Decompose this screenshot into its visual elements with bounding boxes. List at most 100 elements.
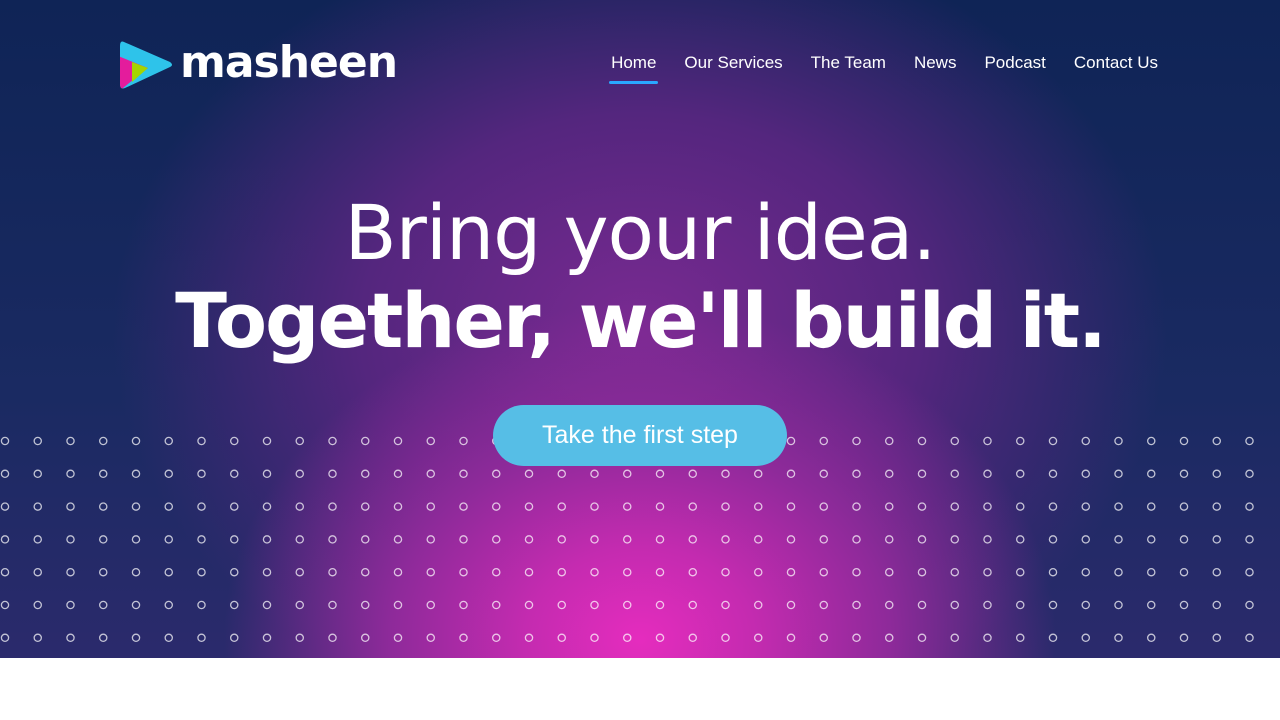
pattern-dot bbox=[917, 535, 927, 544]
pattern-dot bbox=[655, 567, 665, 577]
pattern-dot bbox=[1114, 502, 1123, 511]
pattern-dot bbox=[164, 567, 173, 577]
pattern-dot bbox=[754, 535, 763, 544]
pattern-dot bbox=[1016, 633, 1025, 643]
pattern-dot bbox=[655, 600, 665, 610]
content-area bbox=[0, 658, 1280, 720]
pattern-dot bbox=[590, 535, 599, 544]
pattern-dot bbox=[623, 502, 632, 511]
pattern-dot bbox=[754, 502, 763, 511]
pattern-dot bbox=[1212, 502, 1222, 511]
pattern-dot bbox=[623, 535, 632, 544]
pattern-dot bbox=[426, 436, 435, 446]
pattern-dot bbox=[66, 502, 75, 511]
pattern-dot bbox=[786, 535, 796, 544]
pattern-dot bbox=[1081, 567, 1091, 577]
pattern-dot bbox=[917, 436, 927, 446]
pattern-dot bbox=[164, 633, 173, 643]
pattern-dot bbox=[983, 436, 992, 446]
pattern-dot bbox=[1179, 600, 1189, 610]
pattern-dot bbox=[99, 535, 108, 544]
pattern-dot bbox=[459, 633, 468, 643]
pattern-dot bbox=[164, 600, 173, 610]
pattern-dot bbox=[1179, 469, 1189, 479]
pattern-dot bbox=[491, 567, 501, 577]
pattern-dot bbox=[754, 600, 763, 610]
brand-logo-link[interactable]: masheen bbox=[118, 37, 398, 92]
pattern-dot bbox=[917, 600, 927, 610]
pattern-dot bbox=[917, 502, 927, 511]
pattern-dot bbox=[983, 600, 992, 610]
pattern-dot bbox=[295, 436, 304, 446]
pattern-dot bbox=[328, 600, 337, 610]
pattern-dot bbox=[819, 600, 829, 610]
pattern-dot bbox=[1245, 600, 1254, 610]
pattern-dot bbox=[1245, 535, 1254, 544]
pattern-dot bbox=[295, 567, 304, 577]
pattern-dot bbox=[557, 535, 567, 544]
nav-item-the-team[interactable]: The Team bbox=[811, 53, 886, 82]
pattern-dot bbox=[328, 567, 337, 577]
pattern-dot bbox=[1245, 567, 1254, 577]
pattern-dot bbox=[721, 567, 730, 577]
pattern-dot bbox=[328, 535, 337, 544]
pattern-dot bbox=[721, 633, 730, 643]
pattern-dot bbox=[885, 436, 894, 446]
pattern-dot bbox=[1179, 502, 1189, 511]
pattern-dot bbox=[197, 502, 206, 511]
pattern-dot bbox=[229, 567, 239, 577]
pattern-dot bbox=[1212, 600, 1222, 610]
pattern-dot bbox=[491, 502, 501, 511]
pattern-dot bbox=[557, 567, 567, 577]
hero-section: masheen Home Our Services The Team News … bbox=[0, 0, 1280, 658]
pattern-dot bbox=[229, 600, 239, 610]
pattern-dot bbox=[1016, 567, 1025, 577]
pattern-dot bbox=[688, 469, 698, 479]
pattern-dot bbox=[819, 469, 829, 479]
pattern-dot bbox=[852, 567, 861, 577]
pattern-dot bbox=[721, 469, 730, 479]
pattern-dot bbox=[1048, 633, 1058, 643]
pattern-dot bbox=[459, 567, 468, 577]
pattern-dot bbox=[1114, 535, 1123, 544]
pattern-dot bbox=[328, 633, 337, 643]
pattern-dot bbox=[1081, 436, 1091, 446]
pattern-dot bbox=[1147, 600, 1156, 610]
pattern-dot bbox=[393, 567, 403, 577]
hero-headline-line2: Together, we'll build it. bbox=[175, 276, 1107, 365]
pattern-dot bbox=[393, 535, 403, 544]
nav-item-podcast[interactable]: Podcast bbox=[984, 53, 1045, 82]
nav-item-news[interactable]: News bbox=[914, 53, 957, 82]
pattern-dot bbox=[1114, 633, 1123, 643]
pattern-dot bbox=[426, 600, 435, 610]
pattern-dot bbox=[328, 502, 337, 511]
site-header: masheen Home Our Services The Team News … bbox=[0, 0, 1280, 120]
nav-item-contact-us[interactable]: Contact Us bbox=[1074, 53, 1158, 82]
pattern-dot bbox=[66, 633, 75, 643]
pattern-dot bbox=[885, 502, 894, 511]
pattern-dot bbox=[99, 469, 108, 479]
pattern-dot bbox=[950, 567, 960, 577]
pattern-dot bbox=[33, 469, 43, 479]
nav-item-our-services[interactable]: Our Services bbox=[684, 53, 782, 82]
pattern-dot bbox=[360, 567, 370, 577]
pattern-dot bbox=[590, 633, 599, 643]
pattern-dot bbox=[1179, 436, 1189, 446]
pattern-dot bbox=[66, 436, 75, 446]
pattern-dot bbox=[786, 502, 796, 511]
pattern-dot bbox=[426, 633, 435, 643]
take-first-step-button[interactable]: Take the first step bbox=[493, 405, 787, 466]
pattern-dot bbox=[885, 633, 894, 643]
pattern-dot bbox=[491, 469, 501, 479]
pattern-dot bbox=[66, 535, 75, 544]
nav-item-home[interactable]: Home bbox=[609, 53, 659, 84]
pattern-dot bbox=[99, 436, 108, 446]
pattern-dot bbox=[1245, 436, 1254, 446]
pattern-dot bbox=[950, 633, 960, 643]
pattern-dot bbox=[164, 436, 173, 446]
hero-headline-line1: Bring your idea. bbox=[344, 188, 937, 277]
pattern-dot bbox=[786, 600, 796, 610]
pattern-dot bbox=[1016, 535, 1025, 544]
pattern-dot bbox=[1048, 535, 1058, 544]
pattern-dot bbox=[0, 633, 10, 643]
